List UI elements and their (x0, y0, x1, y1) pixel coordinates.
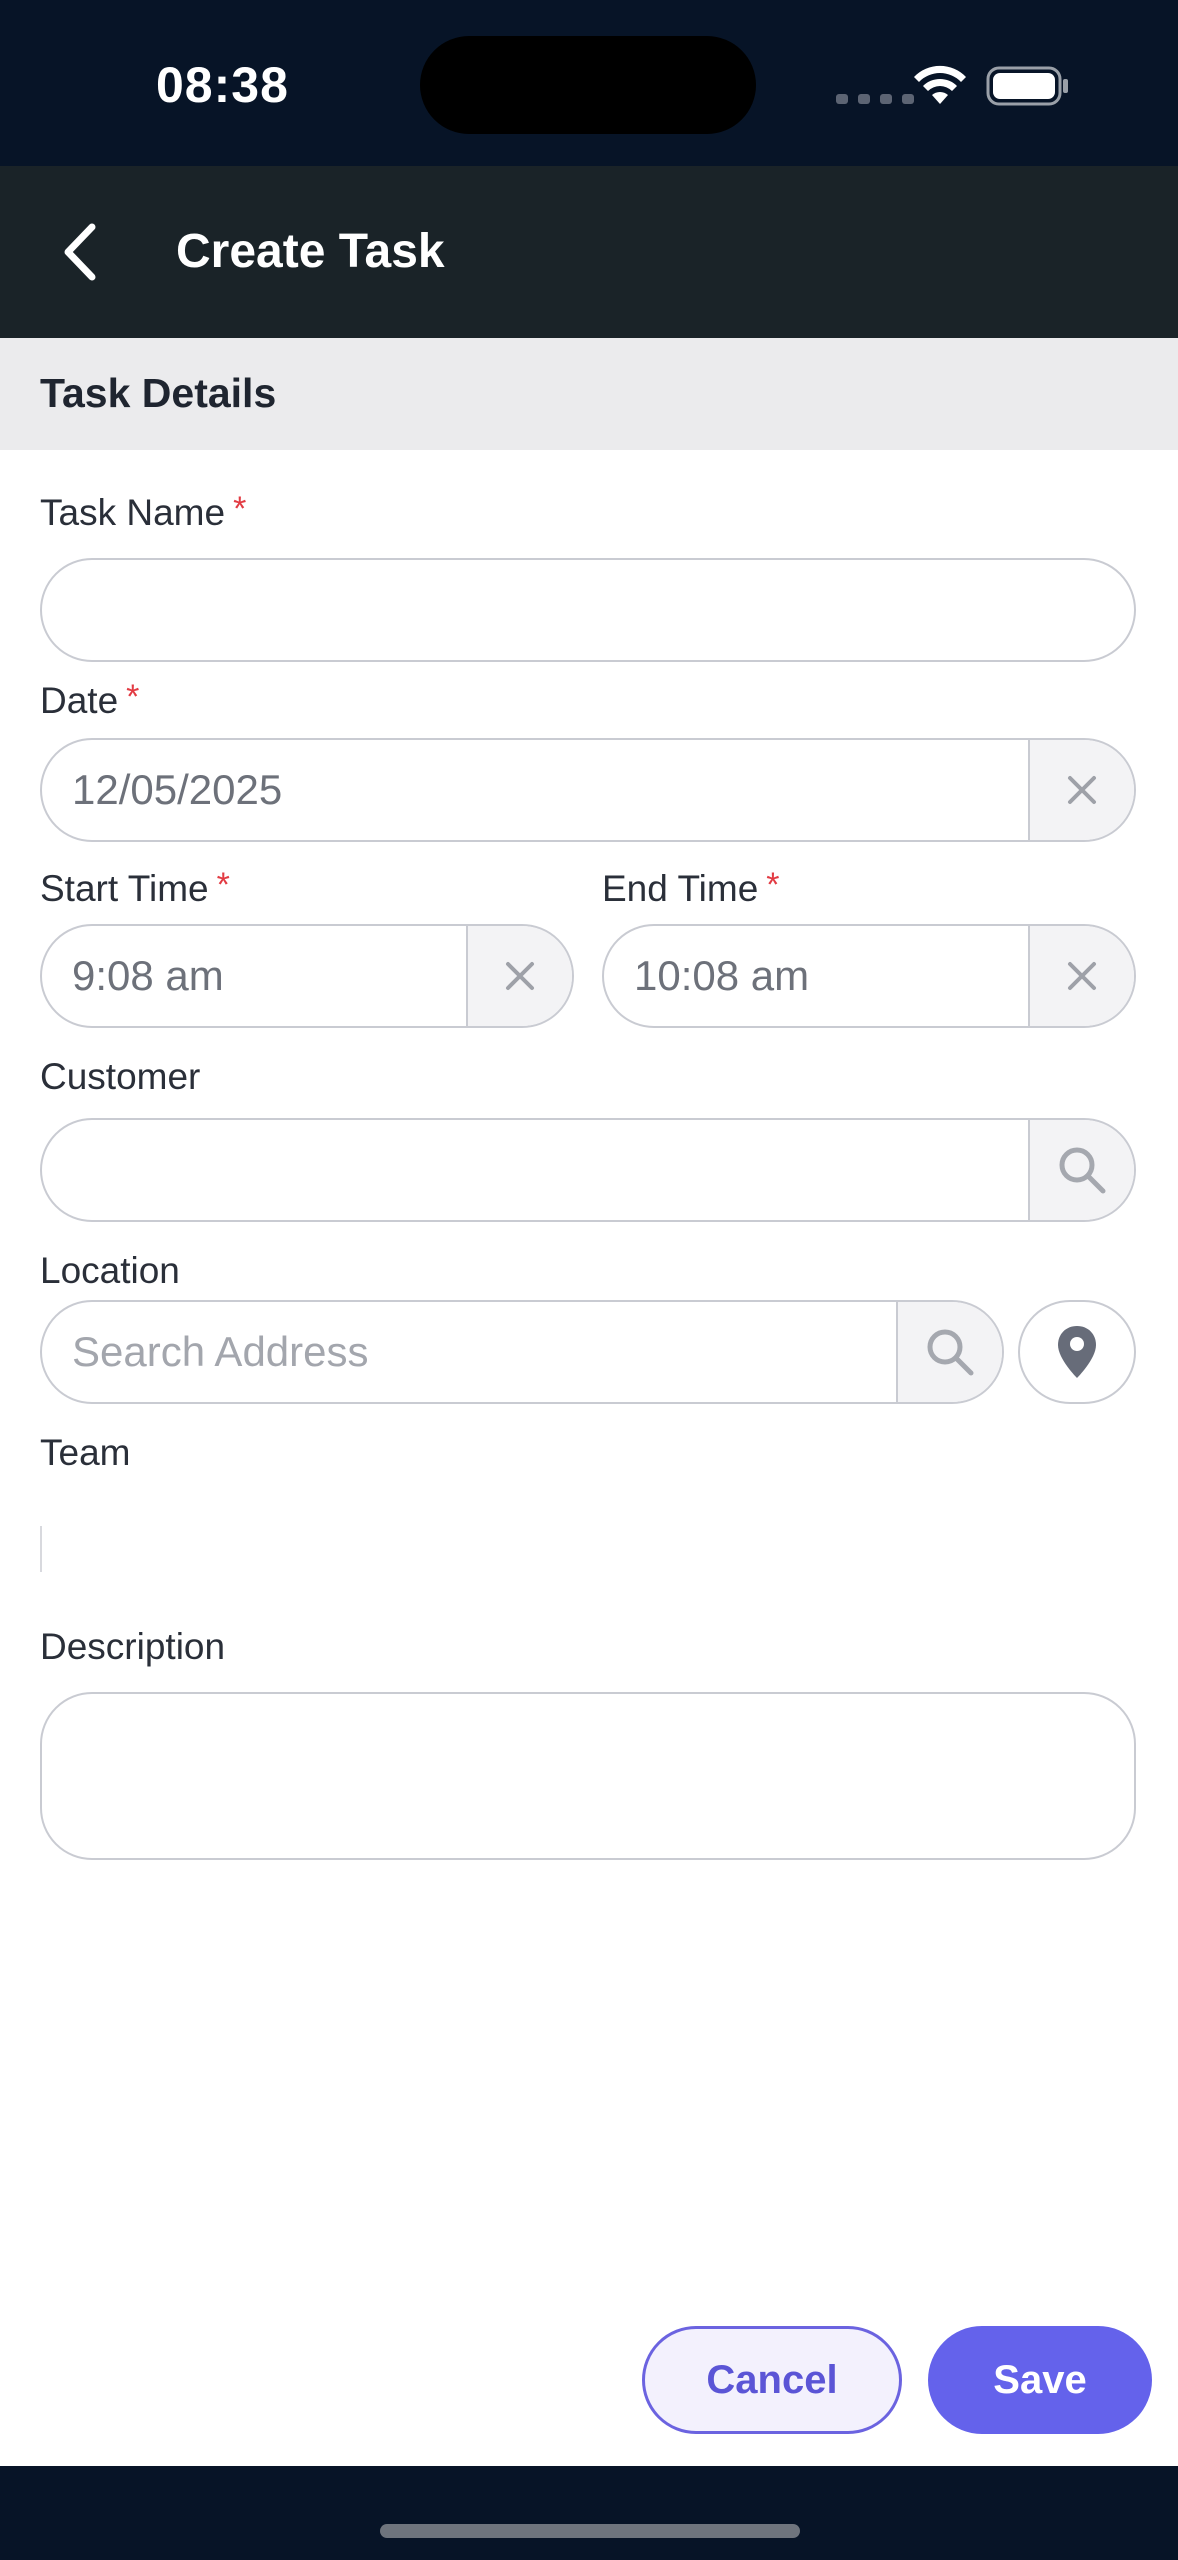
required-mark: * (766, 866, 780, 904)
date-label-text: Date (40, 680, 119, 721)
system-nav-bar (0, 2466, 1178, 2560)
location-field[interactable]: Search Address (40, 1300, 1004, 1404)
dynamic-island (420, 36, 756, 134)
end-time-clear-button[interactable] (1028, 926, 1134, 1026)
date-value[interactable]: 12/05/2025 (42, 740, 1028, 840)
search-icon (1059, 1147, 1106, 1194)
close-icon (1068, 962, 1096, 990)
task-name-value[interactable] (42, 560, 1134, 660)
close-icon (506, 962, 534, 990)
cellular-signal-icon (836, 94, 914, 104)
customer-label: Customer (40, 1056, 200, 1098)
cancel-button[interactable]: Cancel (642, 2326, 902, 2434)
end-time-value[interactable]: 10:08 am (604, 926, 1028, 1026)
location-label-text: Location (40, 1250, 180, 1291)
task-name-label-text: Task Name (40, 492, 226, 533)
chevron-left-icon (64, 223, 96, 281)
required-mark: * (233, 490, 247, 528)
customer-label-text: Customer (40, 1056, 201, 1097)
required-mark: * (216, 866, 230, 904)
location-label: Location (40, 1250, 180, 1292)
required-mark: * (126, 678, 140, 716)
description-label: Description (40, 1626, 225, 1668)
close-icon (1068, 776, 1096, 804)
home-indicator[interactable] (380, 2524, 800, 2538)
customer-search-button[interactable] (1028, 1120, 1134, 1220)
search-icon (927, 1329, 974, 1376)
customer-field[interactable] (40, 1118, 1136, 1222)
team-label: Team (40, 1432, 130, 1474)
date-label: Date * (40, 680, 139, 722)
end-time-label-text: End Time (602, 868, 759, 909)
team-label-text: Team (40, 1432, 131, 1473)
battery-icon (986, 66, 1068, 106)
start-time-field[interactable]: 9:08 am (40, 924, 574, 1028)
wifi-icon (914, 65, 966, 104)
team-selector[interactable] (40, 1526, 42, 1572)
description-textarea[interactable] (40, 1692, 1136, 1860)
start-time-value[interactable]: 9:08 am (42, 926, 466, 1026)
date-field[interactable]: 12/05/2025 (40, 738, 1136, 842)
start-time-label-text: Start Time (40, 868, 209, 909)
description-label-text: Description (40, 1626, 226, 1667)
status-bar: 08:38 (0, 0, 1178, 166)
date-clear-button[interactable] (1028, 740, 1134, 840)
end-time-field[interactable]: 10:08 am (602, 924, 1136, 1028)
start-time-label: Start Time * (40, 868, 230, 910)
task-name-label: Task Name * (40, 492, 246, 534)
end-time-label: End Time * (602, 868, 780, 910)
customer-value[interactable] (42, 1120, 1028, 1220)
task-name-input[interactable] (40, 558, 1136, 662)
map-pin-icon (1058, 1326, 1096, 1378)
status-time: 08:38 (156, 57, 289, 113)
location-search-button[interactable] (896, 1302, 1002, 1402)
save-button[interactable]: Save (928, 2326, 1152, 2434)
section-title: Task Details (40, 370, 277, 416)
page-title: Create Task (176, 225, 445, 278)
location-search-input[interactable]: Search Address (42, 1302, 896, 1402)
back-button[interactable] (40, 206, 120, 298)
start-time-clear-button[interactable] (466, 926, 572, 1026)
map-pin-button[interactable] (1018, 1300, 1136, 1404)
